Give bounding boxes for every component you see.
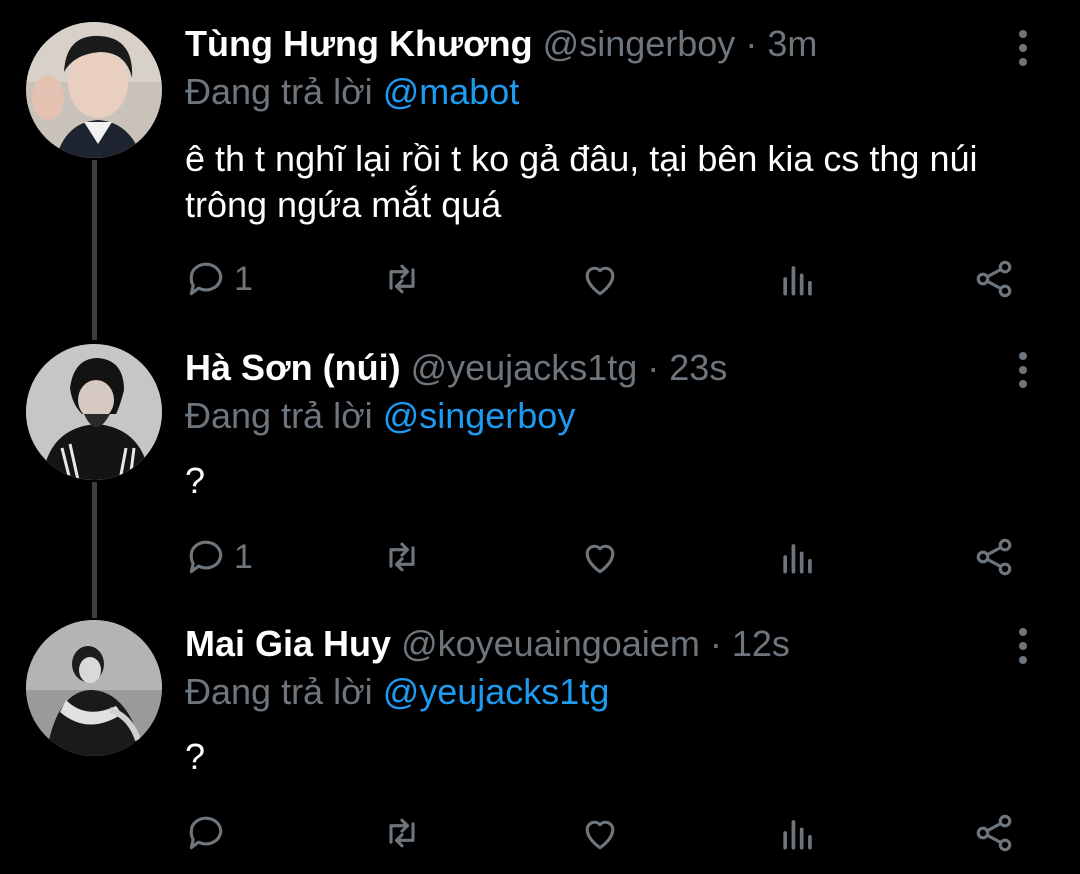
analytics-icon	[783, 820, 812, 850]
retweet-icon	[389, 818, 415, 848]
reply-button[interactable]	[184, 808, 234, 858]
retweet-button[interactable]	[380, 532, 424, 582]
like-icon	[585, 820, 615, 850]
like-button[interactable]	[578, 532, 622, 582]
like-icon	[585, 266, 615, 296]
analytics-button[interactable]	[776, 532, 820, 582]
replying-to-mention[interactable]: @yeujacks1tg	[383, 671, 610, 712]
avatar[interactable]	[26, 620, 162, 756]
replying-prefix: Đang trả lời	[185, 671, 383, 712]
replying-to-line: Đang trả lời @singerboy	[185, 394, 575, 438]
action-bar: 1	[0, 254, 1080, 304]
share-button[interactable]	[972, 808, 1016, 858]
share-button[interactable]	[972, 254, 1016, 304]
tweet-text: ?	[185, 460, 206, 501]
author-handle[interactable]: @yeujacks1tg	[411, 347, 638, 388]
like-button[interactable]	[578, 254, 622, 304]
timestamp[interactable]: 23s	[669, 347, 727, 388]
replying-to-line: Đang trả lời @mabot	[185, 70, 519, 114]
replying-to-mention[interactable]: @mabot	[383, 71, 520, 112]
share-button[interactable]	[972, 532, 1016, 582]
retweet-button[interactable]	[380, 254, 424, 304]
more-icon[interactable]	[1012, 350, 1036, 390]
analytics-icon	[783, 544, 812, 574]
share-icon	[976, 814, 1012, 852]
avatar[interactable]	[26, 22, 162, 158]
retweet-icon	[389, 542, 415, 572]
timestamp[interactable]: 12s	[732, 623, 790, 664]
retweet-icon	[389, 264, 415, 294]
author-handle[interactable]: @singerboy	[543, 23, 736, 64]
share-icon	[976, 260, 1012, 298]
timestamp[interactable]: 3m	[767, 23, 817, 64]
replying-prefix: Đang trả lời	[185, 71, 383, 112]
replying-to-mention[interactable]: @singerboy	[383, 395, 576, 436]
retweet-button[interactable]	[380, 808, 424, 858]
like-button[interactable]	[578, 808, 622, 858]
author-name[interactable]: Hà Sơn (núi)	[185, 347, 401, 388]
thread-connector	[92, 160, 97, 340]
like-icon	[585, 544, 615, 574]
reply-count: 1	[234, 259, 253, 298]
reply-icon	[189, 540, 223, 574]
tweet-text: ?	[185, 736, 206, 777]
author-name[interactable]: Tùng Hưng Khương	[185, 23, 533, 64]
separator-dot: ·	[745, 23, 758, 64]
analytics-button[interactable]	[776, 808, 820, 858]
replying-to-line: Đang trả lời @yeujacks1tg	[185, 670, 609, 714]
more-icon[interactable]	[1012, 626, 1036, 666]
reply-icon	[189, 262, 223, 296]
analytics-button[interactable]	[776, 254, 820, 304]
more-icon[interactable]	[1012, 28, 1036, 68]
reply-icon	[189, 816, 223, 850]
analytics-icon	[783, 266, 812, 296]
tweet-text: ê th t nghĩ lại rồi t ko gả đâu, tại bên…	[185, 138, 978, 225]
avatar[interactable]	[26, 344, 162, 480]
author-name[interactable]: Mai Gia Huy	[185, 623, 391, 664]
reply-button[interactable]: 1	[184, 254, 253, 304]
author-handle[interactable]: @koyeuaingoaiem	[401, 623, 700, 664]
separator-dot: ·	[709, 623, 722, 664]
reply-count: 1	[234, 537, 253, 576]
reply-button[interactable]: 1	[184, 532, 253, 582]
separator-dot: ·	[647, 347, 660, 388]
action-bar: 1	[0, 532, 1080, 582]
action-bar	[0, 808, 1080, 858]
share-icon	[976, 538, 1012, 576]
replying-prefix: Đang trả lời	[185, 395, 383, 436]
